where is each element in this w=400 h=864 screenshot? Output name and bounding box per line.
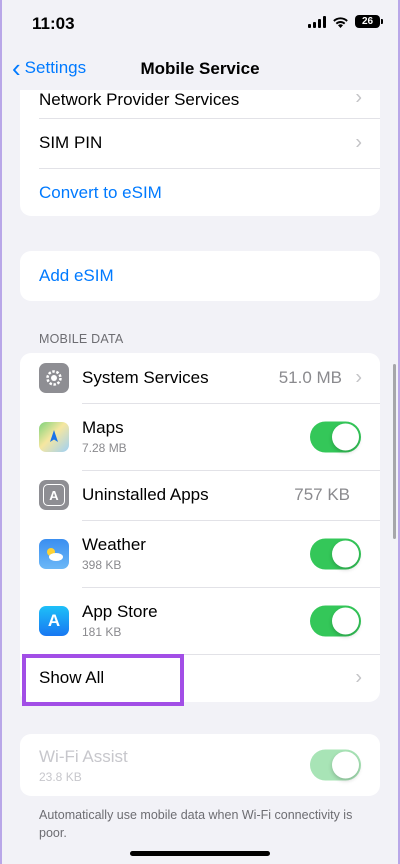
list-item-uninstalled-apps: A Uninstalled Apps 757 KB [20,470,380,520]
chevron-right-icon: › [355,131,362,154]
data-usage-value: 51.0 MB [278,368,342,387]
convert-to-esim-button[interactable]: Convert to eSIM [20,168,380,216]
row-label: Network Provider Services [39,90,240,109]
app-store-mobile-data-toggle[interactable] [310,605,361,636]
battery-icon: 26 [355,15,383,28]
mobile-data-header: MOBILE DATA [39,332,124,346]
add-esim-group: Add eSIM [20,251,380,301]
row-label: Uninstalled Apps [82,485,209,504]
data-usage-value: 181 KB [82,625,122,639]
row-label: System Services [82,368,209,387]
data-usage-value: 398 KB [82,558,122,572]
maps-icon [39,421,69,452]
scrollbar[interactable] [393,364,396,539]
row-label: Maps [82,418,124,437]
list-item-sim-pin[interactable]: SIM PIN › [20,118,380,168]
app-store-icon: A [39,480,69,510]
list-item-maps: Maps 7.28 MB [20,403,380,470]
page-title: Mobile Service [140,59,260,78]
cellular-signal-icon [308,15,326,28]
data-usage-value: 23.8 KB [39,769,82,784]
wifi-assist-footnote: Automatically use mobile data when Wi-Fi… [39,808,353,840]
show-all-button[interactable]: Show All › [20,654,380,702]
app-store-icon: A [39,605,69,636]
data-usage-value: 757 KB [294,485,350,504]
status-time: 11:03 [32,14,75,33]
wifi-assist-group: Wi-Fi Assist 23.8 KB [20,734,380,796]
row-label: SIM PIN [39,133,103,152]
list-item-system-services[interactable]: System Services 51.0 MB › [20,353,380,403]
data-usage-value: 7.28 MB [82,441,127,455]
home-indicator[interactable] [130,851,270,856]
row-label: Wi-Fi Assist [39,746,128,766]
wifi-assist-toggle[interactable] [310,749,361,781]
mobile-data-group: System Services 51.0 MB › Maps 7.28 MB A… [20,353,380,702]
weather-mobile-data-toggle[interactable] [310,538,361,569]
status-icons: 26 [308,15,383,28]
list-item-wifi-assist: Wi-Fi Assist 23.8 KB [20,734,380,796]
row-label: Convert to eSIM [39,183,162,202]
sim-settings-group: Network Provider Services › SIM PIN › Co… [20,68,380,216]
row-label: Weather [82,535,146,554]
status-bar: 11:03 26 [0,0,400,48]
row-label: Add eSIM [39,266,114,285]
gear-icon [39,363,69,393]
wifi-icon [333,16,348,28]
chevron-right-icon: › [355,366,362,389]
weather-icon [39,538,69,569]
navigation-bar: ‹ Settings Mobile Service [0,48,400,90]
row-label: App Store [82,602,158,621]
maps-mobile-data-toggle[interactable] [310,421,361,452]
chevron-right-icon: › [355,666,362,689]
add-esim-button[interactable]: Add eSIM [20,251,380,301]
row-label: Show All [39,668,105,687]
list-item-app-store: A App Store 181 KB [20,587,380,654]
list-item-weather: Weather 398 KB [20,520,380,587]
